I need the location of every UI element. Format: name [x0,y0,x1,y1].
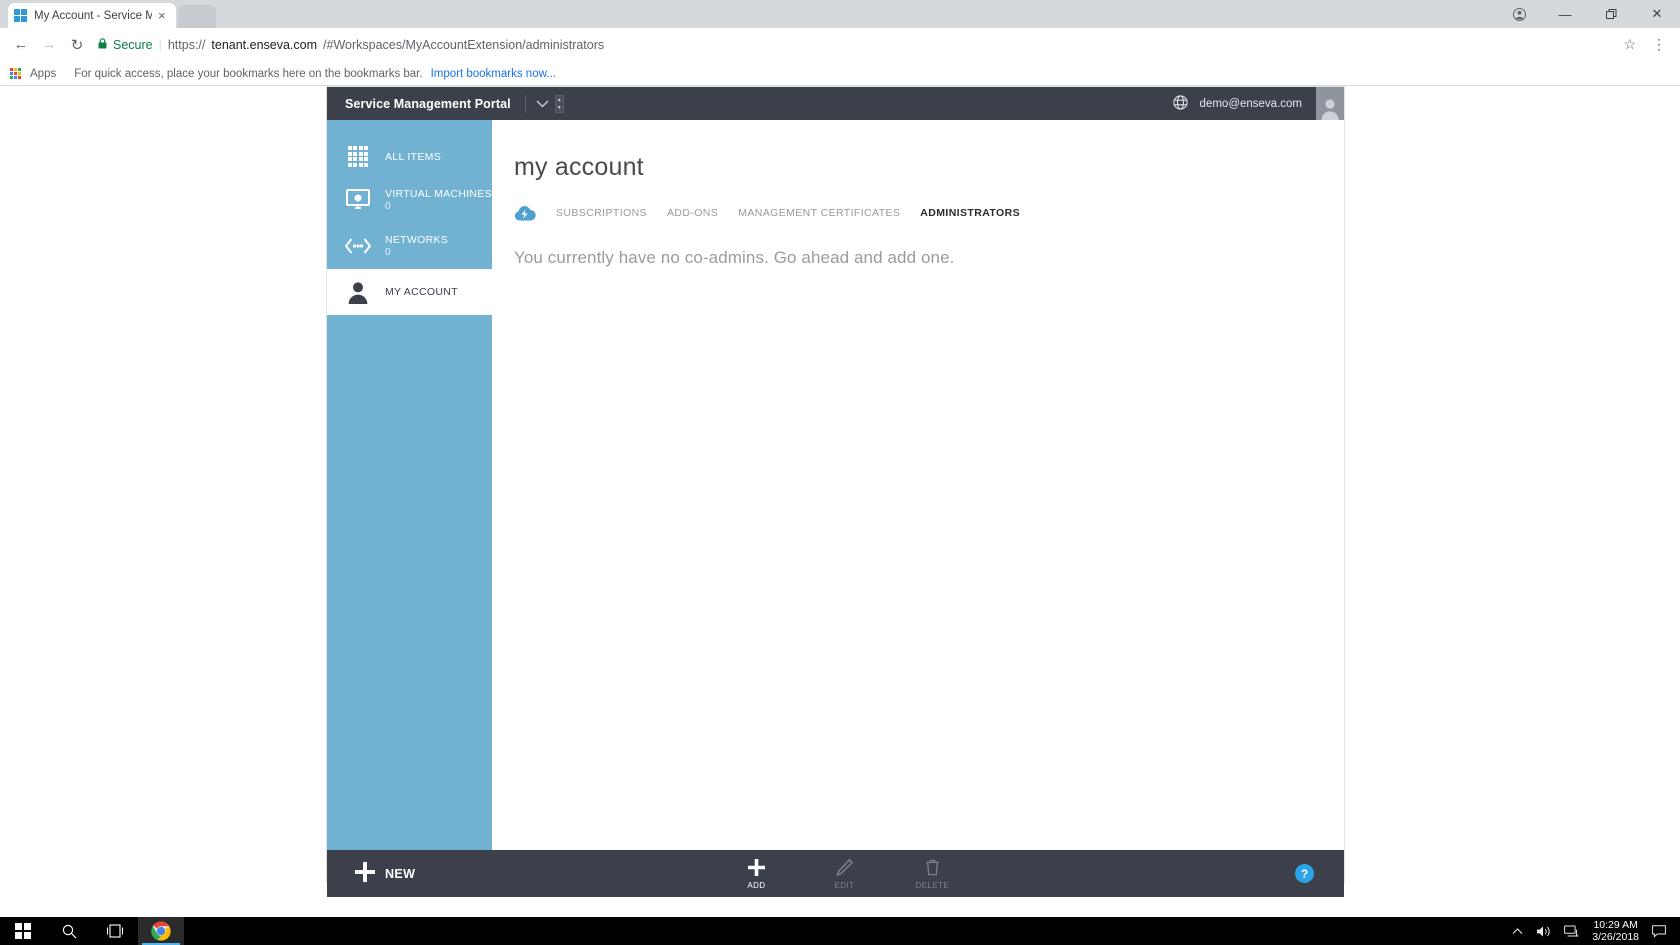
back-icon[interactable]: ← [8,32,34,58]
close-icon[interactable]: × [158,9,166,22]
sidebar-item-count: 0 [385,201,391,212]
tab-subscriptions[interactable]: SUBSCRIPTIONS [556,207,647,219]
add-button[interactable]: ADD [733,857,779,890]
bookmark-star-icon[interactable]: ☆ [1615,36,1644,53]
windows-taskbar: 10:29 AM 3/26/2018 [0,917,1680,945]
delete-button: DELETE [909,857,955,890]
sidebar: ALL ITEMS VIRTUAL MACHINES 0 NETWORKS 0 … [327,120,492,850]
content-panel: my account SUBSCRIPTIONS ADD-ONS MANAGEM… [492,120,1344,850]
portal-title: Service Management Portal [345,96,511,111]
taskbar-clock[interactable]: 10:29 AM 3/26/2018 [1592,919,1639,943]
system-tray: 10:29 AM 3/26/2018 [1512,919,1680,943]
omnibox-bar: ← → ↻ Secure | https:// tenant.enseva.com… [0,28,1680,62]
plus-icon [747,857,765,877]
command-actions: ADD EDIT DELETE [733,857,955,890]
volume-icon[interactable] [1536,925,1551,938]
profile-icon[interactable] [1496,0,1542,28]
header-spinner[interactable]: ▲ ▼ [554,94,564,113]
action-center-icon[interactable] [1652,924,1666,938]
help-button[interactable]: ? [1295,864,1314,883]
new-tab-button[interactable] [178,5,216,28]
reload-icon[interactable]: ↻ [64,32,90,58]
tab-strip: My Account - Service Ma × — ✕ [0,0,1680,28]
new-button[interactable]: NEW [327,862,415,885]
network-icon [345,233,371,259]
service-management-portal: Service Management Portal ▲ ▼ demo@ensev… [327,87,1344,897]
monitor-icon [345,187,371,213]
sidebar-item-label: NETWORKS [385,234,449,246]
page-title: my account [514,153,644,181]
address-bar[interactable]: Secure | https:// tenant.enseva.com /#Work… [98,32,1613,58]
minimize-button[interactable]: — [1542,0,1588,28]
network-icon[interactable] [1564,925,1579,938]
close-button[interactable]: ✕ [1634,0,1680,28]
tab-management-certificates[interactable]: MANAGEMENT CERTIFICATES [738,207,900,219]
spinner-down-icon[interactable]: ▼ [557,105,562,110]
plus-icon [355,862,375,885]
page-viewport: Service Management Portal ▲ ▼ demo@ensev… [0,87,1680,917]
maximize-button[interactable] [1588,0,1634,28]
clock-time: 10:29 AM [1593,919,1638,931]
trash-icon [925,857,940,877]
url-scheme: https:// [167,37,206,52]
header-right: demo@enseva.com [1172,87,1344,120]
portal-body: ALL ITEMS VIRTUAL MACHINES 0 NETWORKS 0 … [327,120,1344,850]
apps-label[interactable]: Apps [30,68,56,80]
spinner-up-icon[interactable]: ▲ [557,97,562,102]
empty-state-message: You currently have no co-admins. Go ahea… [514,248,955,267]
bookmarks-hint: For quick access, place your bookmarks h… [74,67,423,80]
command-bar: NEW ADD EDIT DELETE ? [327,850,1344,897]
tab-bar: SUBSCRIPTIONS ADD-ONS MANAGEMENT CERTIFI… [492,182,1344,222]
cloud-bolt-icon [514,204,536,222]
header-divider [524,94,526,113]
sidebar-item-label: MY ACCOUNT [385,286,458,298]
sidebar-item-all-items[interactable]: ALL ITEMS [327,136,492,177]
edit-button: EDIT [821,857,867,890]
tab-title: My Account - Service Ma [34,9,152,22]
sidebar-item-label: ALL ITEMS [385,150,441,163]
bookmarks-bar: Apps For quick access, place your bookma… [0,62,1680,86]
browser-tab[interactable]: My Account - Service Ma × [8,3,176,28]
sidebar-item-virtual-machines[interactable]: VIRTUAL MACHINES 0 [327,177,492,223]
tab-administrators[interactable]: ADMINISTRATORS [920,207,1020,219]
address-separator: | [158,37,162,52]
add-label: ADD [747,881,766,890]
search-icon[interactable] [46,917,92,945]
chevron-down-icon[interactable] [536,97,549,111]
clock-date: 3/26/2018 [1592,931,1639,943]
sidebar-item-my-account[interactable]: MY ACCOUNT [327,269,492,315]
delete-label: DELETE [915,881,950,890]
person-icon [345,279,371,305]
sidebar-item-count: 0 [385,247,391,258]
edit-label: EDIT [834,881,855,890]
windows-logo-icon [14,8,28,23]
url-path: /#Workspaces/MyAccountExtension/administ… [323,37,605,52]
secure-label: Secure [113,37,153,52]
globe-icon[interactable] [1172,94,1188,113]
new-label: NEW [385,866,416,881]
sidebar-item-label: VIRTUAL MACHINES [385,188,492,200]
avatar[interactable] [1316,87,1344,120]
tab-add-ons[interactable]: ADD-ONS [667,207,718,219]
grid-icon [345,144,371,170]
tray-chevron-icon[interactable] [1512,927,1523,935]
windows-start-icon[interactable] [0,917,46,945]
chrome-menu-icon[interactable]: ⋮ [1646,36,1672,53]
sidebar-item-networks[interactable]: NETWORKS 0 [327,223,492,269]
import-bookmarks-link[interactable]: Import bookmarks now... [431,68,556,80]
task-view-icon[interactable] [92,917,138,945]
url-domain: tenant.enseva.com [211,37,318,52]
user-email[interactable]: demo@enseva.com [1200,98,1302,110]
window-controls: — ✕ [1496,0,1680,28]
forward-icon: → [41,36,57,53]
apps-grid-icon[interactable] [10,67,22,80]
chrome-icon[interactable] [138,917,184,945]
portal-header: Service Management Portal ▲ ▼ demo@ensev… [327,87,1344,120]
lock-icon [98,37,107,52]
browser-window: My Account - Service Ma × — ✕ ← → ↻ Secu… [0,0,1680,917]
pencil-icon [836,857,853,877]
